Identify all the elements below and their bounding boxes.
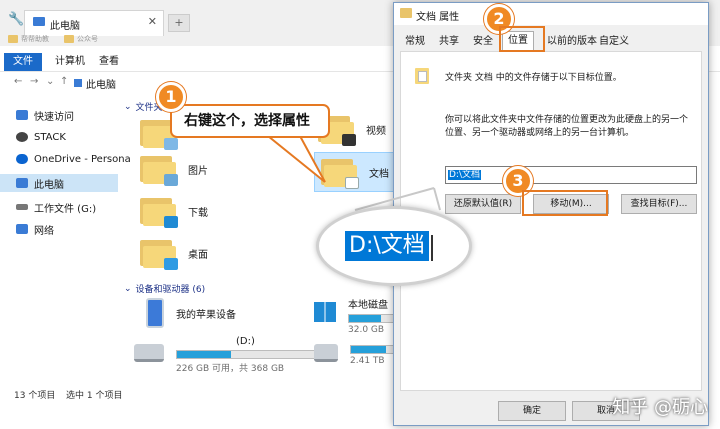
magnifier: D:\文档 bbox=[316, 206, 472, 286]
callout-right-click: 右键这个，选择属性 bbox=[170, 104, 330, 138]
watermark: 知乎 @砺心 bbox=[612, 397, 708, 418]
callout-pointer bbox=[265, 135, 326, 183]
magnifier-line-right bbox=[433, 187, 441, 211]
highlight-location-tab bbox=[499, 26, 545, 52]
magnified-path: D:\文档 bbox=[345, 231, 429, 261]
text-cursor-icon bbox=[431, 235, 433, 261]
step-badge-1: 1 bbox=[156, 82, 186, 112]
highlight-move-button bbox=[522, 190, 608, 216]
